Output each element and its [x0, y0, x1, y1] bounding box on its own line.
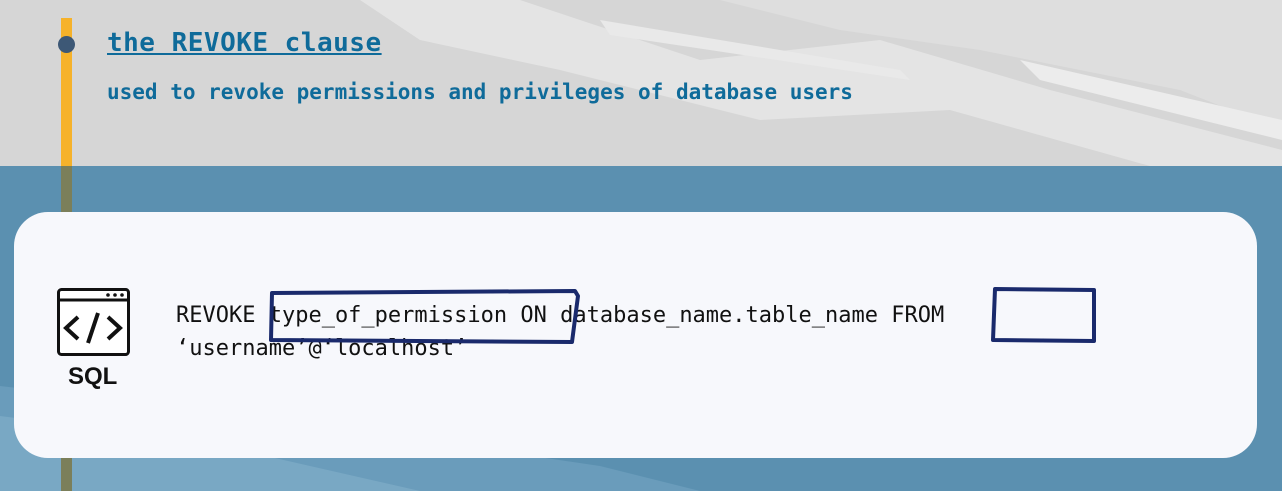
sql-code-block: REVOKE type_of_permission ON database_na…: [176, 299, 944, 365]
code-window-icon: [57, 288, 130, 356]
slide-title: the REVOKE clause: [107, 28, 382, 58]
sql-icon-label: SQL: [68, 363, 118, 390]
slide-subtitle: used to revoke permissions and privilege…: [107, 80, 853, 104]
code-line-2: ‘username’@‘localhost’: [176, 336, 468, 361]
code-line-1: REVOKE type_of_permission ON database_na…: [176, 303, 945, 328]
timeline-bullet: [58, 36, 75, 53]
